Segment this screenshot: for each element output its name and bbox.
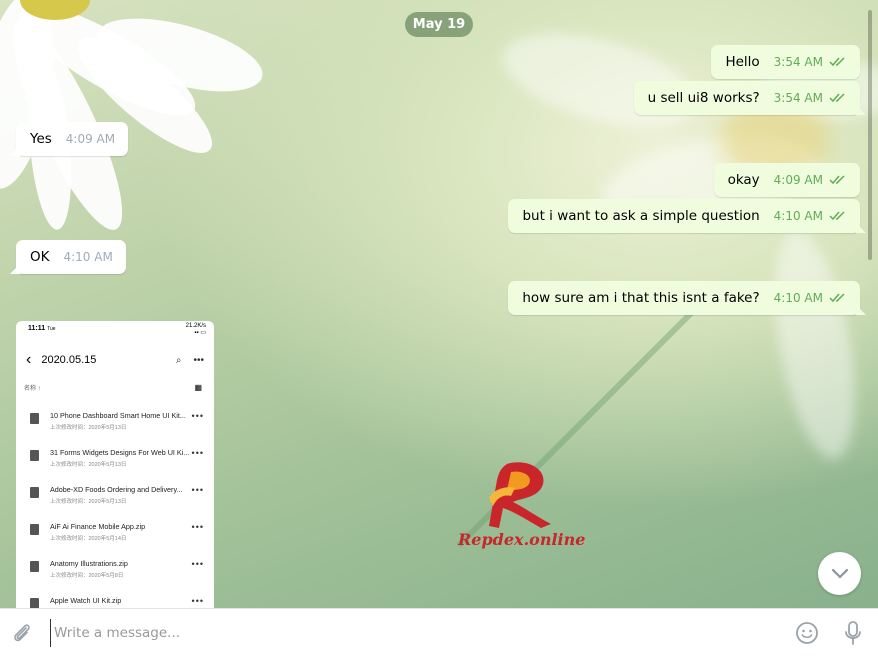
message-bubble[interactable]: how sure am i that this isnt a fake? 4:1… (508, 281, 866, 315)
date-label: May 19 (412, 17, 466, 32)
scroll-down-button[interactable] (818, 552, 861, 595)
double-check-icon (829, 211, 845, 221)
message-text: u sell ui8 works? (647, 90, 760, 106)
double-check-icon (829, 293, 845, 303)
paperclip-icon[interactable] (11, 622, 33, 644)
search-icon: ⌕ (175, 354, 182, 366)
file-name: AiF Ai Finance Mobile App.zip (50, 522, 146, 531)
chevron-down-icon (831, 568, 848, 579)
message-bubble[interactable]: okay 4:09 AM (713, 163, 860, 197)
message-input[interactable] (50, 619, 756, 647)
file-meta: 上次修改时间：2020年5月13日 (50, 499, 127, 505)
message-bubble[interactable]: OK 4:10 AM (10, 240, 126, 274)
double-check-icon (829, 57, 845, 67)
file-name: Anatomy Illustrations.zip (50, 559, 128, 568)
message-time: 4:10 AM (773, 209, 823, 223)
more-icon: ••• (191, 448, 204, 458)
file-meta: 上次修改时间：2020年5月13日 (50, 425, 127, 431)
back-icon: ‹ (26, 351, 32, 368)
list-item: 10 Phone Dashboard Smart Home UI Kit... … (30, 409, 204, 439)
message-time: 3:54 AM (773, 55, 823, 69)
more-icon: ••• (191, 485, 204, 495)
list-item: Anatomy Illustrations.zip 上次修改时间：2020年5月… (30, 557, 204, 587)
message-text: but i want to ask a simple question (522, 208, 760, 224)
more-icon: ••• (191, 411, 204, 421)
file-name: 31 Forms Widgets Designs For Web UI Ki..… (50, 448, 190, 457)
chat-scrollbar[interactable] (868, 10, 872, 260)
zip-file-icon (30, 487, 39, 498)
zip-file-icon (30, 450, 39, 461)
zip-file-icon (30, 413, 39, 424)
list-item: Adobe-XD Foods Ordering and Delivery... … (30, 483, 204, 513)
zip-file-icon (30, 598, 39, 608)
double-check-icon (829, 175, 845, 185)
more-icon: ••• (191, 522, 204, 532)
message-time: 4:10 AM (773, 291, 823, 305)
more-icon: ••• (191, 596, 204, 606)
message-bubble[interactable]: but i want to ask a simple question 4:10… (508, 199, 866, 233)
double-check-icon (829, 93, 845, 103)
message-bubble[interactable]: Hello 3:54 AM (711, 45, 860, 79)
zip-file-icon (30, 524, 39, 535)
message-text: Yes (30, 131, 52, 147)
sort-label: 名称 ↑ (24, 386, 41, 392)
more-icon: ••• (193, 354, 204, 366)
zip-file-icon (30, 561, 39, 572)
list-item: 31 Forms Widgets Designs For Web UI Ki..… (30, 446, 204, 476)
list-item: AiF Ai Finance Mobile App.zip 上次修改时间：202… (30, 520, 204, 550)
screenshot-title: 2020.05.15 (41, 354, 97, 366)
date-separator: May 19 (405, 12, 473, 37)
status-bar-time: 11:11 Tue (28, 325, 56, 332)
message-time: 4:09 AM (773, 173, 823, 187)
image-message[interactable]: 11:11 Tue 21.2K/s ▪▪ ▭ ‹ 2020.05.15 ⌕ •••… (16, 321, 214, 608)
message-text: how sure am i that this isnt a fake? (522, 290, 760, 306)
watermark-text: Repdex.online (458, 530, 586, 549)
list-item: Apple Watch UI Kit.zip ••• (30, 594, 204, 608)
grid-view-icon: ▦ (194, 383, 202, 392)
file-name: Apple Watch UI Kit.zip (50, 596, 122, 605)
file-name: 10 Phone Dashboard Smart Home UI Kit... (50, 411, 186, 420)
file-meta: 上次修改时间：2020年5月8日 (50, 573, 124, 579)
message-text: okay (727, 172, 760, 188)
emoji-icon[interactable] (795, 621, 819, 645)
file-meta: 上次修改时间：2020年5月13日 (50, 462, 127, 468)
message-text: OK (30, 249, 50, 265)
message-time: 3:54 AM (773, 91, 823, 105)
message-text: Hello (725, 54, 760, 70)
file-name: Adobe-XD Foods Ordering and Delivery... (50, 485, 183, 494)
message-bubble[interactable]: Yes 4:09 AM (9, 122, 129, 156)
status-bar-right: 21.2K/s ▪▪ ▭ (185, 323, 206, 336)
screenshot-header: ‹ 2020.05.15 ⌕ ••• (26, 350, 204, 370)
message-bubble[interactable]: u sell ui8 works? 3:54 AM (633, 81, 867, 115)
file-meta: 上次修改时间：2020年5月14日 (50, 536, 127, 542)
message-time: 4:10 AM (63, 250, 113, 264)
message-time: 4:09 AM (65, 132, 116, 146)
more-icon: ••• (191, 559, 204, 569)
message-composer (0, 608, 878, 656)
microphone-icon[interactable] (843, 620, 863, 646)
